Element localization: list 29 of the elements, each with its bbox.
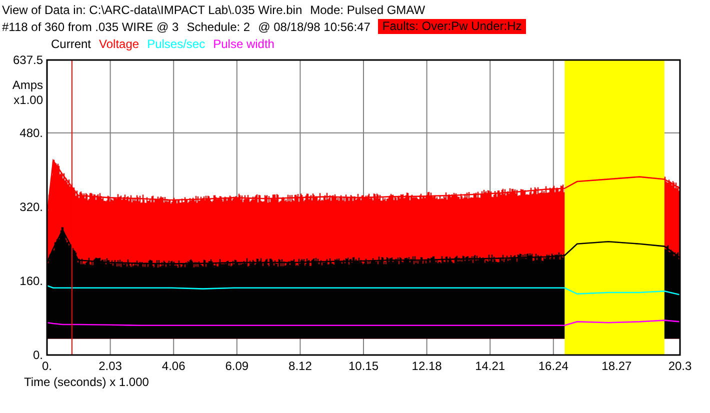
legend-label: Current (51, 36, 92, 50)
legend-label: Voltage (99, 36, 140, 50)
x-tick-label: 12.18 (412, 359, 442, 373)
x-tick-label: 18.27 (602, 359, 632, 373)
x-tick-label: 16.24 (538, 359, 568, 373)
x-axis-label: Time (seconds) x 1.000 (24, 375, 149, 389)
mode-label: Mode: Pulsed GMAW (310, 2, 426, 16)
file-path: View of Data in: C:\ARC-data\IMPACT Lab\.035 Wire.bin (2, 2, 302, 16)
legend-label: Pulse width (213, 36, 274, 50)
x-tick-label: 8.12 (288, 359, 312, 373)
y-axis-unit: Amps (12, 78, 43, 92)
x-tick-label: 4.06 (162, 359, 186, 373)
y-tick-label: 480. (20, 126, 43, 140)
legend-label: Pulses/sec (147, 36, 206, 50)
x-tick-label: 20.3 (668, 359, 692, 373)
timestamp: @ 08/18/98 10:56:47 (258, 20, 370, 34)
x-tick-label: 2.03 (98, 359, 122, 373)
fault-badge: Faults: Over:Pw Under:Hz (378, 19, 526, 34)
record-label: #118 of 360 from .035 WIRE @ 3 (2, 20, 179, 34)
y-tick-label: 637.5 (12, 53, 43, 67)
y-tick-label: 160. (20, 274, 43, 288)
y-tick-label: 0. (32, 348, 43, 362)
y-axis-scale: x1.00 (14, 93, 43, 107)
x-tick-label: 6.09 (225, 359, 249, 373)
y-tick-label: 320. (20, 200, 43, 214)
schedule-label: Schedule: 2 (186, 20, 250, 34)
x-tick-label: 10.15 (348, 359, 379, 373)
x-tick-label: 0. (42, 359, 52, 373)
x-tick-label: 14.21 (475, 359, 506, 373)
